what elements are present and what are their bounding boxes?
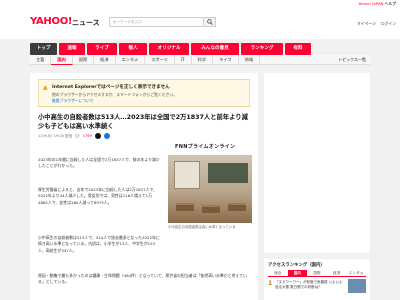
ranking-tab-economy[interactable]: 経済: [327, 270, 347, 276]
help-link[interactable]: ヘルプ: [385, 1, 396, 6]
photo-blackboard: [208, 163, 248, 183]
article-card: ▲ Internet Explorerではページを正しく表示できません 他のブラ…: [30, 73, 258, 300]
photo-desk: [176, 203, 194, 211]
category-life[interactable]: ライフ: [213, 54, 239, 65]
photo-caption: 小中高生の自殺者数は高い水準となっている: [168, 225, 236, 229]
category-economy[interactable]: 経済: [94, 54, 116, 65]
right-sidebar: アクセスランキング（国内） 総合 国内 国際 経済 エンタメ 1 「ヌスワーワー…: [264, 73, 370, 300]
category-it[interactable]: IT: [175, 54, 192, 65]
nav-tab-ranking[interactable]: ランキング: [241, 43, 283, 55]
site-header: YAHOO! ニュース キーワードを入力 マイページ ログイン: [0, 9, 400, 39]
nav-tab-expert[interactable]: 個人: [119, 43, 147, 55]
nav-tab-opinion[interactable]: みんなの意見: [191, 43, 239, 55]
mypage-link[interactable]: マイページ: [357, 21, 376, 27]
search-icon: [206, 19, 213, 25]
ranking-thumbnail[interactable]: [348, 279, 366, 293]
photo-window: [174, 161, 200, 189]
access-ranking: アクセスランキング（国内） 総合 国内 国際 経済 エンタメ 1 「ヌスワーワー…: [264, 259, 370, 300]
source-logo[interactable]: FNNプライムオンライン: [175, 143, 235, 150]
ranking-tabs: 総合 国内 国際 経済 エンタメ: [268, 270, 366, 277]
ranking-heading: アクセスランキング（国内）: [268, 263, 325, 268]
article-paragraph: 厚生労働省によると、去年で2023年に自殺した人は2万1837人で、2022年よ…: [38, 187, 158, 205]
ranking-tab-international[interactable]: 国際: [307, 270, 327, 276]
category-local[interactable]: 地域: [239, 54, 261, 65]
category-science[interactable]: 科学: [192, 54, 214, 65]
article-paragraph: 小中高生の自殺者数は513人で、514人で過去最多となった2022年に続き高い水…: [38, 235, 160, 253]
article-paragraph: 原因・動機で最も多かったのは健康・生命問題（484件）となっていて、厚労省の担当…: [38, 273, 247, 285]
category-sports[interactable]: スポーツ: [145, 54, 175, 65]
yahoo-japan-link[interactable]: Yahoo! JAPAN: [358, 1, 383, 6]
search-button[interactable]: [204, 17, 216, 27]
article-photo[interactable]: [168, 155, 252, 223]
category-entertainment[interactable]: エンタメ: [116, 54, 146, 65]
browser-notice: ▲ Internet Explorerではページを正しく表示できません 他のブラ…: [38, 79, 250, 107]
header-account: マイページ ログイン: [357, 21, 396, 27]
ranking-tab-all[interactable]: 総合: [268, 270, 288, 276]
notice-link[interactable]: 推奨ブラウザーについて: [52, 98, 94, 104]
category-international[interactable]: 国際: [73, 54, 95, 65]
category-nav: 主要 国内 国際 経済 エンタメ スポーツ IT 科学 ライフ 地域 トピックス…: [30, 54, 370, 65]
search-input[interactable]: キーワードを入力: [109, 17, 204, 27]
site-logo-sub[interactable]: ニュース: [72, 18, 100, 28]
nav-tab-live[interactable]: ライブ: [87, 43, 117, 55]
nav-tab-original[interactable]: オリジナル: [149, 43, 189, 55]
notice-title: Internet Explorerではページを正しく表示できません: [52, 85, 170, 90]
utility-links[interactable]: Yahoo! JAPAN ヘルプ: [358, 1, 396, 7]
comment-count[interactable]: 1769: [83, 134, 92, 138]
main-nav: トップ 速報 ライブ 個人 オリジナル みんなの意見 ランキング 有料: [30, 43, 311, 55]
category-domestic[interactable]: 国内: [51, 54, 73, 65]
article-title: 小中高生の自殺者数は513人…2023年は全国で2万1837人と前年より減少も子…: [38, 114, 248, 130]
top-utility-bar: Yahoo! JAPAN ヘルプ: [0, 0, 400, 9]
ad-slot: [264, 73, 370, 253]
article-meta: 1/29(月) 19:00 配信 💬 1769: [38, 132, 110, 140]
login-link[interactable]: ログイン: [381, 21, 396, 27]
article-paragraph: 2023年の1年間に自殺した人は全国で2万1837人で、前の年より減少したことが…: [38, 157, 160, 169]
article-date: 1/29(月) 19:00 配信: [38, 133, 73, 138]
facebook-share-icon[interactable]: [103, 133, 110, 139]
comment-icon[interactable]: 💬: [75, 134, 79, 138]
site-logo[interactable]: YAHOO!: [30, 16, 72, 27]
warning-icon: ▲: [43, 84, 48, 91]
topics-list-link[interactable]: トピックス一覧: [334, 57, 370, 63]
ranking-item-title[interactable]: 「ヌスワーワー」が前面で危機感 いよいよ迫る大雪 数日間での判断は？: [275, 280, 345, 290]
ranking-tab-domestic[interactable]: 国内: [287, 270, 308, 276]
nav-tab-paid[interactable]: 有料: [285, 43, 311, 55]
x-share-icon[interactable]: [94, 133, 101, 139]
ranking-tab-entertainment[interactable]: エンタメ: [346, 270, 366, 276]
nav-tab-breaking[interactable]: 速報: [59, 43, 85, 55]
nav-tab-top[interactable]: トップ: [30, 43, 57, 55]
ranking-number: 1: [268, 280, 273, 287]
photo-desk: [202, 205, 220, 213]
category-main[interactable]: 主要: [30, 54, 52, 65]
photo-desk: [228, 203, 246, 211]
